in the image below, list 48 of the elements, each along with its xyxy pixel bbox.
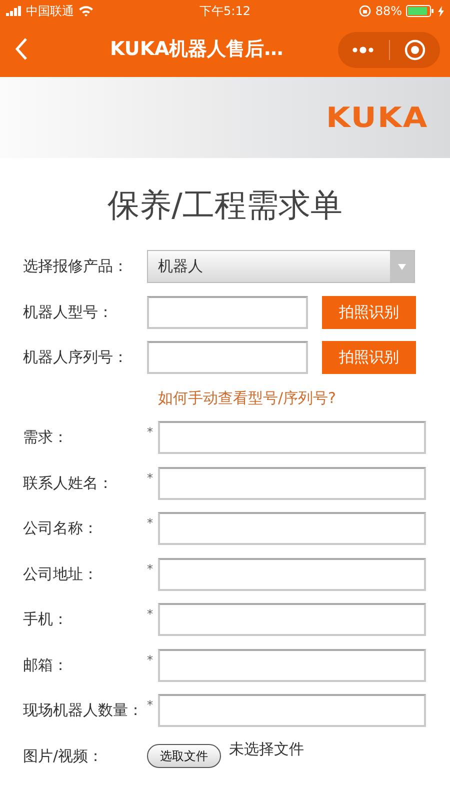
brand-logo: KUKA — [326, 101, 428, 134]
input-field[interactable] — [158, 512, 426, 545]
signal-icon — [6, 6, 22, 16]
input-field[interactable] — [158, 603, 426, 636]
dropdown-arrow-icon — [397, 262, 407, 270]
required-mark: * — [147, 516, 154, 530]
required-mark: * — [147, 470, 154, 484]
input-field[interactable] — [147, 296, 308, 328]
required-mark: * — [147, 607, 154, 621]
form-title: 保养/工程需求单 — [108, 185, 342, 226]
battery-percent: 88% — [375, 4, 402, 18]
required-mark: * — [147, 698, 154, 712]
field-label: 公司地址： — [23, 564, 99, 584]
field-label: 机器人序列号： — [23, 348, 129, 367]
field-label: 机器人型号： — [23, 302, 114, 322]
field-label: 手机： — [23, 610, 69, 629]
help-link[interactable]: 如何手动查看型号/序列号? — [158, 386, 336, 408]
field-label: 现场机器人数量： — [23, 701, 144, 720]
page-title: KUKA机器人售后… — [110, 37, 284, 62]
input-field[interactable] — [147, 341, 308, 374]
field-label: 需求： — [23, 428, 69, 447]
orientation-lock-icon — [359, 5, 372, 17]
field-label: 公司名称： — [23, 519, 99, 538]
field-label: 联系人姓名： — [23, 474, 114, 492]
input-field[interactable] — [158, 648, 426, 682]
field-label: 图片/视频： — [23, 746, 104, 766]
status-time: 下午5:12 — [200, 4, 250, 18]
carrier-name: 中国联通 — [26, 2, 74, 20]
target-circle-icon — [404, 38, 426, 60]
required-mark: * — [147, 425, 154, 439]
field-label: 邮箱： — [23, 656, 69, 674]
back-chevron-icon — [14, 36, 28, 60]
field-label: 选择报修产品： — [23, 257, 129, 276]
input-field[interactable] — [158, 466, 426, 500]
input-field[interactable] — [158, 558, 426, 590]
input-field[interactable] — [158, 421, 426, 454]
scan-button[interactable]: 拍照识别 — [322, 296, 416, 328]
input-field[interactable] — [158, 694, 426, 727]
file-status: 未选择文件 — [229, 740, 304, 758]
wifi-icon — [78, 5, 94, 17]
required-mark: * — [147, 652, 154, 666]
charging-icon — [438, 6, 444, 16]
scan-button[interactable]: 拍照识别 — [322, 341, 416, 374]
choose-file-button[interactable]: 选取文件 — [147, 744, 221, 768]
required-mark: * — [147, 562, 154, 576]
battery-icon — [406, 5, 434, 17]
more-icon — [352, 46, 374, 54]
product-select[interactable]: 机器人 — [147, 250, 415, 283]
